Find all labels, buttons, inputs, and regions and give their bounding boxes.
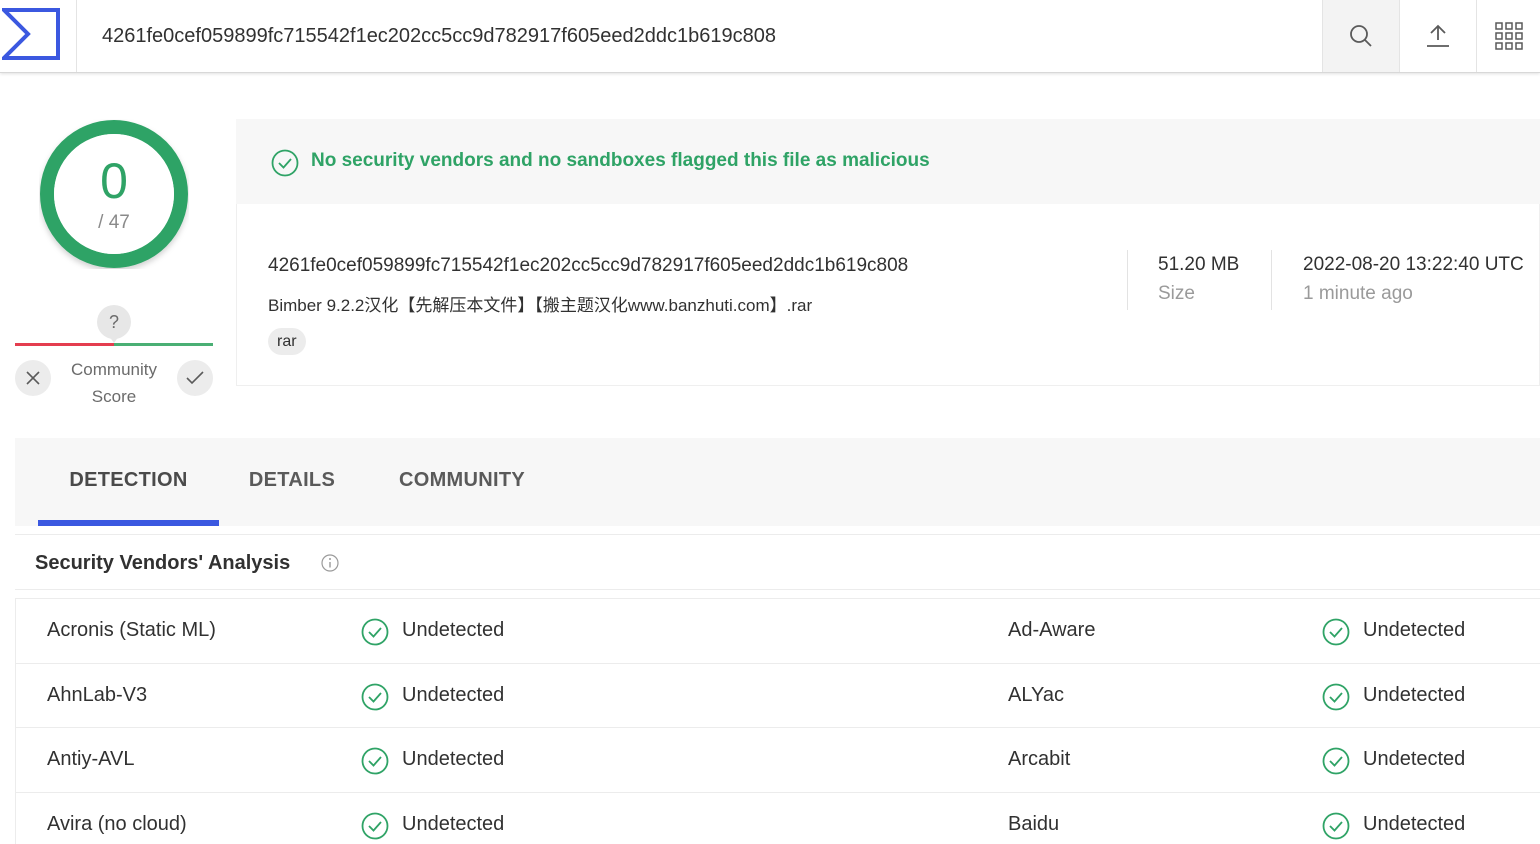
file-size-label: Size: [1158, 283, 1195, 304]
check-icon: [186, 371, 204, 385]
tab-detection[interactable]: DETECTION: [38, 438, 219, 526]
sigma-logo-icon: [2, 8, 60, 60]
community-score-label: Community Score: [60, 356, 168, 410]
vendor-result: Undetected: [402, 748, 505, 770]
file-info-card: 4261fe0cef059899fc715542f1ec202cc5cc9d78…: [236, 204, 1540, 386]
table-row: Acronis (Static ML) Undetected Ad-Aware Und…: [16, 599, 1540, 664]
analysis-date-value: 2022-08-20 13:22:40 UTC: [1303, 254, 1524, 275]
close-icon: [26, 371, 40, 385]
vendor-name: Acronis (Static ML): [47, 619, 216, 641]
tab-bar: DETECTION DETAILS COMMUNITY: [15, 438, 1540, 526]
check-circle-icon: [271, 149, 299, 177]
upload-icon: [1427, 24, 1449, 47]
virustotal-logo[interactable]: [0, 0, 77, 72]
vendor-result: Undetected: [1363, 812, 1466, 835]
undetected-check-icon: [1322, 683, 1350, 710]
vendor-name: ALYac: [1008, 683, 1064, 706]
divider: [1271, 250, 1272, 310]
top-bar: [0, 0, 1540, 73]
apps-grid-icon: [1494, 22, 1523, 50]
vendor-result: Undetected: [402, 812, 505, 835]
info-icon[interactable]: [321, 554, 339, 572]
undetected-check-icon: [361, 747, 389, 775]
vendor-name: Ad-Aware: [1008, 619, 1096, 641]
verdict-message: No security vendors and no sandboxes fla…: [311, 150, 930, 171]
vendor-name: AhnLab-V3: [47, 683, 148, 706]
vendor-result: Undetected: [1363, 748, 1466, 770]
vendors-title: Security Vendors' Analysis: [35, 552, 291, 574]
detection-count: 0: [100, 153, 128, 209]
divider: [1127, 250, 1128, 310]
community-score-bar: [15, 343, 213, 346]
vendor-name: Antiy-AVL: [47, 748, 135, 770]
table-row: AhnLab-V3 Undetected ALYac Undetected: [16, 664, 1540, 728]
tab-community[interactable]: COMMUNITY: [375, 438, 549, 526]
vendor-name: Arcabit: [1008, 748, 1071, 770]
detection-total: / 47: [98, 212, 130, 233]
search-button[interactable]: [1322, 0, 1399, 72]
analysis-date-relative: 1 minute ago: [1303, 283, 1413, 304]
undetected-check-icon: [361, 683, 389, 710]
apps-menu-button[interactable]: [1476, 0, 1540, 72]
undetected-check-icon: [1322, 618, 1350, 646]
undetected-check-icon: [1322, 812, 1350, 839]
community-label-line1: Community: [71, 360, 157, 379]
vendor-result: Undetected: [402, 619, 505, 641]
table-row: Avira (no cloud) Undetected Baidu Undetecte…: [16, 793, 1540, 844]
community-score-value: ?: [97, 305, 131, 343]
tab-details[interactable]: DETAILS: [229, 438, 355, 526]
search-icon: [1350, 25, 1372, 47]
active-tab-indicator: [38, 520, 219, 526]
vendors-section-header: Security Vendors' Analysis: [15, 534, 1540, 590]
vendor-result: Undetected: [402, 683, 505, 706]
vendor-result: Undetected: [1363, 683, 1466, 706]
verdict-banner: No security vendors and no sandboxes fla…: [236, 119, 1540, 204]
undetected-check-icon: [1322, 747, 1350, 775]
file-hash: 4261fe0cef059899fc715542f1ec202cc5cc9d78…: [268, 255, 909, 276]
vendors-table: Acronis (Static ML) Undetected Ad-Aware Und…: [15, 598, 1540, 844]
file-size-value: 51.20 MB: [1158, 254, 1240, 275]
vendor-result: Undetected: [1363, 619, 1466, 641]
vote-harmful-button[interactable]: [15, 360, 51, 396]
vendor-name: Baidu: [1008, 812, 1060, 835]
undetected-check-icon: [361, 618, 389, 646]
table-row: Antiy-AVL Undetected Arcabit Undetected: [16, 728, 1540, 793]
vote-harmless-button[interactable]: [177, 360, 213, 396]
search-input[interactable]: [78, 0, 1322, 72]
undetected-check-icon: [361, 812, 389, 839]
file-name: Bimber 9.2.2汉化【先解压本文件】【搬主题汉化www.banzhuti…: [268, 296, 813, 315]
vendor-name: Avira (no cloud): [47, 812, 187, 835]
file-type-tag[interactable]: rar: [268, 328, 306, 355]
community-label-line2: Score: [91, 387, 137, 406]
upload-button[interactable]: [1399, 0, 1476, 72]
